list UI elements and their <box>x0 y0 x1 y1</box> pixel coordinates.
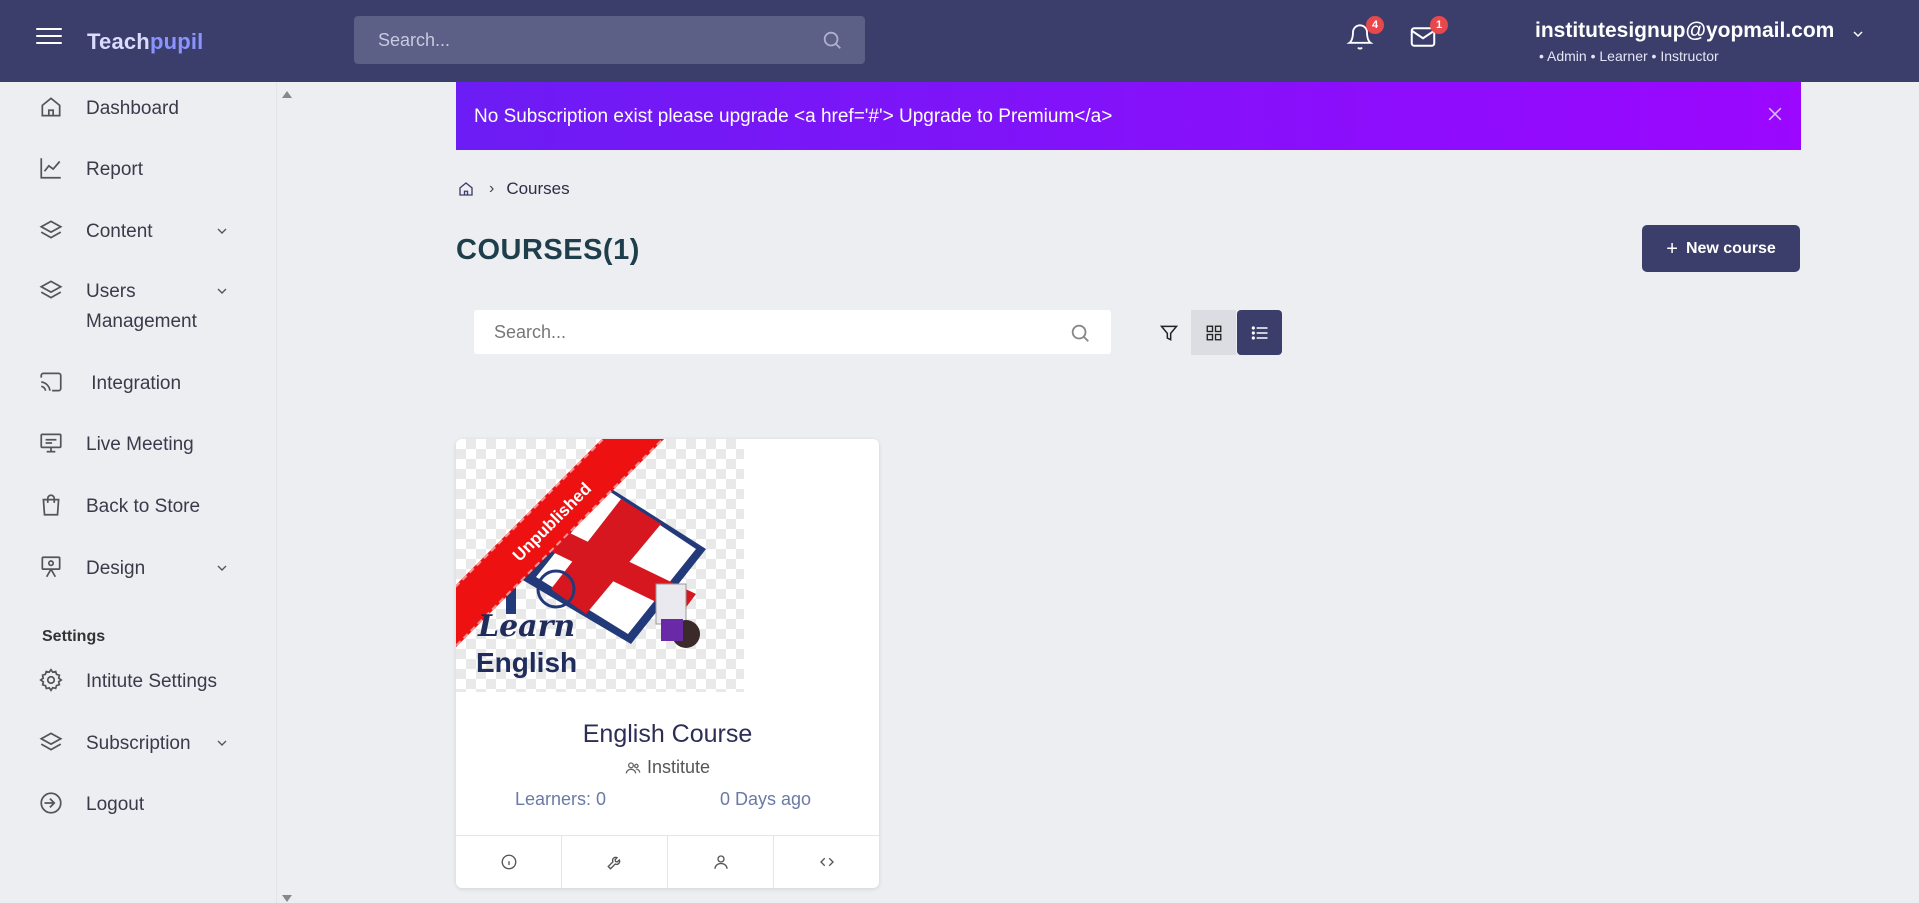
sidebar-item-integration[interactable]: Integration <box>38 369 238 399</box>
easel-icon <box>41 556 61 578</box>
course-learners: Learners: 0 <box>515 789 607 809</box>
menu-toggle-icon[interactable] <box>36 28 62 48</box>
list-view-button[interactable] <box>1237 310 1282 355</box>
sidebar-item-label: Report <box>86 159 144 180</box>
shopping-bag-icon <box>42 494 60 516</box>
course-card[interactable]: Unpublished Learn English English Course… <box>456 439 879 888</box>
cast-icon <box>40 372 62 392</box>
sidebar-item-label: Intitute Settings <box>86 671 217 692</box>
user-email[interactable]: institutesignup@yopmail.com <box>1535 19 1834 43</box>
course-embed-button[interactable] <box>774 836 879 888</box>
alert-message: No Subscription exist please upgrade <a … <box>474 106 1113 127</box>
settings-heading: Settings <box>42 628 106 645</box>
grid-icon <box>1206 325 1221 340</box>
sidebar-item-label: Logout <box>86 794 145 815</box>
breadcrumb-current: Courses <box>506 179 570 198</box>
chevron-down-icon <box>217 565 227 571</box>
sidebar-item-back-to-store[interactable]: Back to Store <box>38 492 238 522</box>
search-icon[interactable] <box>821 29 843 51</box>
sidebar-item-label: Back to Store <box>86 496 201 517</box>
chevron-down-icon <box>217 228 227 234</box>
new-course-label: New course <box>1685 239 1776 257</box>
list-icon <box>1251 325 1267 340</box>
user-roles: • Admin • Learner • Instructor <box>1539 48 1719 64</box>
thumbnail-text-english: English <box>476 647 578 678</box>
course-title[interactable]: English Course <box>456 720 879 749</box>
notifications-badge: 4 <box>1366 16 1384 34</box>
code-icon <box>819 857 834 867</box>
sidebar-item-institute-settings[interactable]: Intitute Settings <box>38 667 238 697</box>
sidebar-item-logout[interactable]: Logout <box>38 790 238 820</box>
sidebar-item-subscription[interactable]: Subscription <box>38 729 238 759</box>
top-navbar: Teachpupil 4 1 institutesignup@yopmail.c… <box>0 0 1919 82</box>
gear-icon <box>39 668 63 692</box>
filter-button[interactable] <box>1146 310 1191 355</box>
course-owner: Institute <box>456 757 879 778</box>
course-settings-button[interactable] <box>562 836 668 888</box>
search-icon[interactable] <box>1069 322 1091 344</box>
course-owner-label: Institute <box>646 757 711 777</box>
course-actions <box>456 835 879 888</box>
presentation-icon <box>40 433 62 453</box>
chevron-down-icon <box>217 288 227 294</box>
sidebar-item-design[interactable]: Design <box>38 554 238 584</box>
sidebar-item-dashboard[interactable]: Dashboard <box>38 94 238 124</box>
layers-icon <box>39 220 63 239</box>
global-search-input[interactable] <box>378 16 798 64</box>
sidebar-item-label: Live Meeting <box>86 434 194 455</box>
sidebar-scroll-up-arrow[interactable] <box>282 91 292 98</box>
home-icon[interactable] <box>457 180 475 198</box>
plus-icon: + <box>1666 237 1678 260</box>
course-info-button[interactable] <box>456 836 562 888</box>
messages-badge: 1 <box>1430 16 1448 34</box>
breadcrumb: › Courses <box>457 179 570 199</box>
sidebar-item-users-management[interactable]: Users Management <box>38 277 238 337</box>
subscription-alert: No Subscription exist please upgrade <a … <box>456 82 1801 150</box>
sidebar-item-content[interactable]: Content <box>38 217 238 247</box>
sidebar-scroll-down-arrow[interactable] <box>282 895 292 902</box>
course-learners-button[interactable] <box>668 836 774 888</box>
new-course-button[interactable]: + New course <box>1642 225 1800 272</box>
chart-line-icon <box>40 158 61 179</box>
global-search <box>354 16 865 64</box>
home-icon <box>41 97 61 117</box>
logout-icon <box>40 792 62 814</box>
sidebar-item-report[interactable]: Report <box>38 155 238 185</box>
notifications-button[interactable]: 4 <box>1346 16 1384 57</box>
course-thumbnail[interactable]: Unpublished Learn English <box>456 439 744 692</box>
grid-view-button[interactable] <box>1191 310 1236 355</box>
user-icon <box>713 855 728 869</box>
page-title: COURSES(1) <box>456 234 640 266</box>
layers-icon <box>39 732 63 751</box>
course-search-input[interactable] <box>494 310 1054 354</box>
sidebar-item-label: Design <box>86 558 146 579</box>
sidebar-item-label: Subscription <box>86 733 191 754</box>
sidebar-item-label: Dashboard <box>86 98 179 119</box>
course-search <box>474 310 1111 354</box>
close-icon[interactable] <box>1765 104 1785 124</box>
users-icon <box>625 761 641 773</box>
chevron-down-icon[interactable] <box>1850 26 1866 42</box>
info-icon <box>501 854 516 870</box>
wrench-icon <box>606 856 620 870</box>
chevron-down-icon <box>217 740 227 746</box>
messages-button[interactable]: 1 <box>1408 16 1448 57</box>
filter-icon <box>1159 325 1178 341</box>
sidebar-item-label: Content <box>86 221 153 242</box>
layers-icon <box>39 280 63 299</box>
breadcrumb-separator: › <box>489 180 495 197</box>
sidebar-item-label: Users Management <box>86 281 197 332</box>
sidebar-item-label: Integration <box>86 373 182 394</box>
course-age: 0 Days ago <box>720 789 812 809</box>
sidebar-item-live-meeting[interactable]: Live Meeting <box>38 430 238 460</box>
thumbnail-text-learn: Learn <box>478 609 576 644</box>
app-logo[interactable]: Teachpupil <box>87 29 204 55</box>
